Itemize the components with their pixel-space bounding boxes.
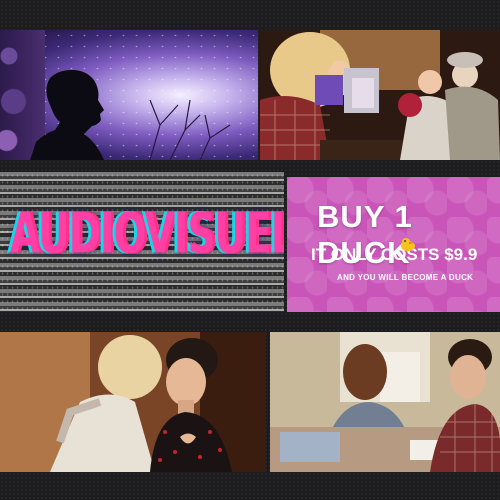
audiovisuel-title: AUDIOVISUEL <box>10 201 284 268</box>
couple-image <box>0 332 266 472</box>
girl-with-dolls-photo <box>260 30 500 160</box>
audiovisuel-title-card: AUDIOVISUEL <box>0 172 284 312</box>
silhouette-photo <box>0 30 258 160</box>
duck-emoji-icon <box>401 238 415 251</box>
girl-with-dolls-image <box>260 30 500 160</box>
bare-branches <box>149 99 231 160</box>
head-silhouette-icon <box>30 70 231 160</box>
people-at-table-image <box>270 332 500 472</box>
duck-subline: AND YOU WILL BECOME A DUCK <box>337 273 474 282</box>
people-at-table-photo <box>270 332 500 472</box>
buy-duck-ad: BUY 1 DUCK IT ONLY COSTS $9.9 AND YOU WI… <box>287 177 500 312</box>
couple-photo <box>0 332 266 472</box>
